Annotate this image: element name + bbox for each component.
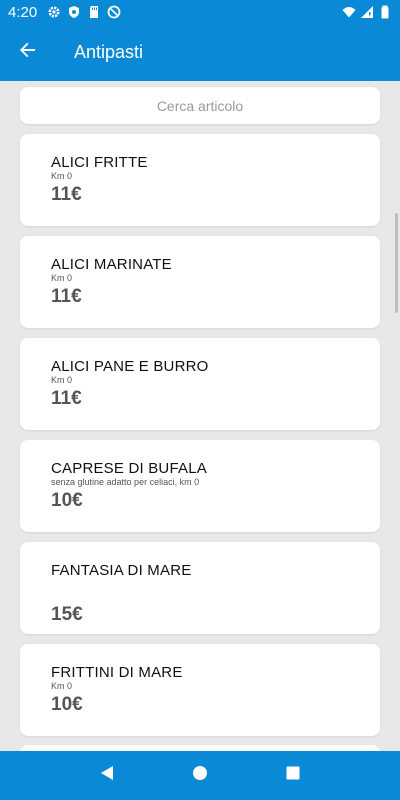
nav-home-button[interactable]: [176, 752, 224, 800]
arrow-back-icon: [19, 41, 37, 64]
back-button[interactable]: [0, 24, 56, 81]
shield-icon: [67, 5, 81, 19]
item-price: 11€: [51, 184, 82, 205]
item-name: FRITTINI DI MARE: [51, 664, 183, 681]
item-description: Km 0: [51, 375, 73, 385]
square-recents-icon: [285, 765, 301, 786]
list-item[interactable]: ALICI PANE E BURRO Km 0 11€: [20, 338, 380, 430]
list-item[interactable]: ALICI FRITTE Km 0 11€: [20, 134, 380, 226]
sd-card-icon: [87, 5, 101, 19]
nav-back-button[interactable]: [83, 752, 131, 800]
circle-home-icon: [192, 765, 208, 786]
wifi-icon: [342, 5, 356, 19]
item-price: 10€: [51, 490, 83, 511]
item-name: CAPRESE DI BUFALA: [51, 460, 207, 477]
list-item[interactable]: FANTASIA DI MARE 15€: [20, 542, 380, 634]
status-time: 4:20: [8, 3, 38, 21]
item-name: ALICI PANE E BURRO: [51, 358, 209, 375]
item-list: ALICI FRITTE Km 0 11€ ALICI MARINATE Km …: [20, 134, 380, 746]
item-description: Km 0: [51, 273, 73, 283]
search-box[interactable]: [20, 87, 380, 124]
status-bar: 4:20: [0, 0, 400, 24]
item-name: ALICI MARINATE: [51, 256, 172, 273]
nav-recents-button[interactable]: [269, 752, 317, 800]
triangle-back-icon: [99, 765, 115, 786]
list-item[interactable]: ALICI MARINATE Km 0 11€: [20, 236, 380, 328]
list-item[interactable]: CAPRESE DI BUFALA senza glutine adatto p…: [20, 440, 380, 532]
app-bar: Antipasti: [0, 24, 400, 81]
scrollbar[interactable]: [395, 213, 398, 313]
item-price: 11€: [51, 388, 82, 409]
search-input[interactable]: [20, 97, 380, 114]
signal-icon: [360, 5, 374, 19]
item-description: senza glutine adatto per celiaci, km 0: [51, 477, 200, 487]
item-name: FANTASIA DI MARE: [51, 562, 192, 579]
list-item[interactable]: FRITTINI DI MARE Km 0 10€: [20, 644, 380, 736]
item-price: 15€: [51, 604, 83, 625]
item-list-container[interactable]: ALICI FRITTE Km 0 11€ ALICI MARINATE Km …: [0, 81, 400, 751]
battery-icon: [378, 5, 392, 19]
gear-icon: [47, 5, 61, 19]
page-title: Antipasti: [74, 42, 144, 62]
item-description: Km 0: [51, 681, 73, 691]
system-nav-bar: [0, 751, 400, 800]
item-price: 11€: [51, 286, 82, 307]
item-description: Km 0: [51, 171, 73, 181]
item-name: ALICI FRITTE: [51, 154, 148, 171]
no-sync-icon: [107, 5, 121, 19]
item-description: [51, 579, 349, 590]
item-price: 10€: [51, 694, 83, 715]
